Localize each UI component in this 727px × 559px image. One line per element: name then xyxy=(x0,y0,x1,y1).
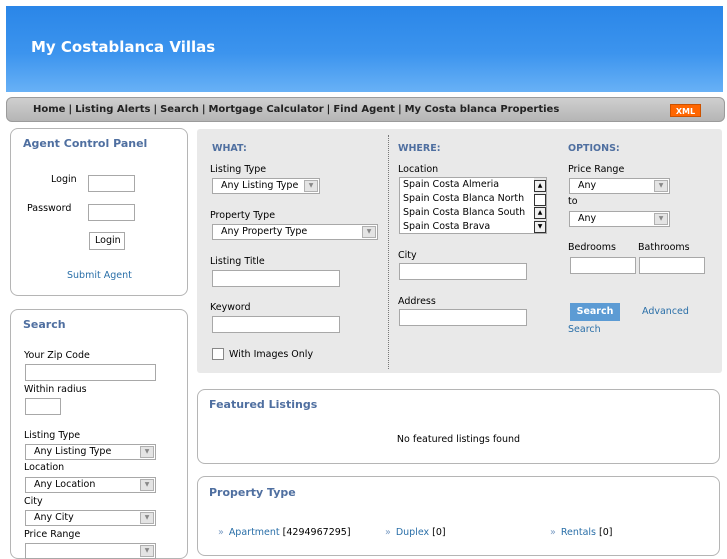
dropdown-arrow-icon: ▼ xyxy=(654,180,668,192)
side-search-title: Search xyxy=(23,318,66,331)
dropdown-arrow-icon: ▼ xyxy=(654,213,668,225)
nav-links: Home | Listing Alerts | Search | Mortgage Calc… xyxy=(33,104,560,115)
address-label: Address xyxy=(398,296,436,307)
site-header: My Costablanca Villas xyxy=(6,6,723,92)
address-input[interactable] xyxy=(399,309,527,326)
price-from-select[interactable]: Any ▼ xyxy=(569,178,670,194)
nav-search[interactable]: Search xyxy=(160,104,199,115)
bedrooms-input[interactable] xyxy=(570,257,636,274)
dropdown-arrow-icon: ▼ xyxy=(140,446,154,458)
nav-mortgage-calculator[interactable]: Mortgage Calculator xyxy=(208,104,323,115)
agent-panel-title: Agent Control Panel xyxy=(23,137,148,150)
login-input[interactable] xyxy=(88,175,135,192)
side-city-label: City xyxy=(24,496,43,507)
side-listing-type-label: Listing Type xyxy=(24,430,81,441)
side-price-range-select[interactable]: ▼ xyxy=(25,543,156,559)
side-location-label: Location xyxy=(24,462,65,473)
raquo-icon: » xyxy=(385,527,391,538)
zip-code-input[interactable] xyxy=(25,364,156,381)
search-form: WHAT: Listing Type Any Listing Type ▼ Pr… xyxy=(197,129,722,373)
location-listbox[interactable]: Spain Costa Almeria Spain Costa Blanca N… xyxy=(399,177,547,234)
advanced-search-link-line2[interactable]: Search xyxy=(568,324,601,335)
password-input[interactable] xyxy=(88,204,135,221)
login-button[interactable]: Login xyxy=(89,232,125,250)
property-type-panel: Property Type » Apartment [4294967295] » D… xyxy=(197,476,720,556)
location-option[interactable]: Spain Costa Almeria xyxy=(403,179,499,190)
top-navbar: Home | Listing Alerts | Search | Mortgage Calc… xyxy=(6,97,725,122)
featured-listings-title: Featured Listings xyxy=(209,398,318,411)
raquo-icon: » xyxy=(550,527,556,538)
options-title: OPTIONS: xyxy=(568,143,620,154)
side-city-select[interactable]: Any City ▼ xyxy=(25,510,156,526)
scroll-down-icon[interactable]: ▼ xyxy=(534,221,546,233)
xml-feed-button[interactable]: XML xyxy=(670,104,701,117)
keyword-input[interactable] xyxy=(212,316,340,333)
featured-empty-message: No featured listings found xyxy=(396,434,521,445)
login-label: Login xyxy=(51,174,77,185)
column-divider xyxy=(388,135,389,369)
scroll-up-icon[interactable]: ▲ xyxy=(534,180,546,192)
featured-listings-panel: Featured Listings No featured listings f… xyxy=(197,389,720,464)
location-label: Location xyxy=(398,164,439,175)
dropdown-arrow-icon: ▼ xyxy=(362,226,376,238)
listing-type-select[interactable]: Any Listing Type ▼ xyxy=(212,178,320,194)
password-label: Password xyxy=(27,203,72,214)
property-type-item[interactable]: » Apartment [4294967295] xyxy=(218,527,351,538)
keyword-label: Keyword xyxy=(210,302,251,313)
dropdown-arrow-icon: ▼ xyxy=(140,512,154,524)
scroll-thumb[interactable] xyxy=(534,194,546,206)
radius-label: Within radius xyxy=(24,384,87,395)
listing-type-label: Listing Type xyxy=(210,164,267,175)
listing-title-input[interactable] xyxy=(212,270,340,287)
property-type-label: Property Type xyxy=(210,210,276,221)
dropdown-arrow-icon: ▼ xyxy=(304,180,318,192)
price-to-select[interactable]: Any ▼ xyxy=(569,211,670,227)
what-title: WHAT: xyxy=(212,143,247,154)
bathrooms-label: Bathrooms xyxy=(638,242,690,253)
side-listing-type-select[interactable]: Any Listing Type ▼ xyxy=(25,444,156,460)
property-type-select[interactable]: Any Property Type ▼ xyxy=(212,224,378,240)
city-label: City xyxy=(398,250,417,261)
listing-title-label: Listing Title xyxy=(210,256,265,267)
nav-listing-alerts[interactable]: Listing Alerts xyxy=(75,104,150,115)
submit-agent-link[interactable]: Submit Agent xyxy=(67,270,132,281)
city-input[interactable] xyxy=(399,263,527,280)
raquo-icon: » xyxy=(218,527,224,538)
where-title: WHERE: xyxy=(398,143,441,154)
site-title[interactable]: My Costablanca Villas xyxy=(31,38,215,56)
nav-home[interactable]: Home xyxy=(33,104,65,115)
side-search-panel: Search Your Zip Code Within radius Listi… xyxy=(10,309,188,559)
images-only-label: With Images Only xyxy=(229,349,314,360)
images-only-checkbox[interactable] xyxy=(212,348,224,360)
scroll-up-icon[interactable]: ▲ xyxy=(534,207,546,219)
radius-input[interactable] xyxy=(25,398,61,415)
bedrooms-label: Bedrooms xyxy=(568,242,616,253)
property-type-item[interactable]: » Duplex [0] xyxy=(385,527,446,538)
advanced-search-link[interactable]: Advanced xyxy=(642,306,689,317)
price-to-label: to xyxy=(568,196,578,207)
location-option[interactable]: Spain Costa Blanca North xyxy=(403,193,524,204)
dropdown-arrow-icon: ▼ xyxy=(140,545,154,557)
agent-control-panel: Agent Control Panel Login Password Login… xyxy=(10,128,188,296)
property-type-item[interactable]: » Rentals [0] xyxy=(550,527,613,538)
nav-find-agent[interactable]: Find Agent xyxy=(333,104,395,115)
search-button[interactable]: Search xyxy=(570,303,620,321)
side-price-range-label: Price Range xyxy=(24,529,81,540)
zip-code-label: Your Zip Code xyxy=(24,350,90,361)
dropdown-arrow-icon: ▼ xyxy=(140,479,154,491)
nav-my-properties[interactable]: My Costa blanca Properties xyxy=(405,104,560,115)
location-option[interactable]: Spain Costa Blanca South xyxy=(403,207,525,218)
side-location-select[interactable]: Any Location ▼ xyxy=(25,477,156,493)
price-range-label: Price Range xyxy=(568,164,625,175)
property-type-title: Property Type xyxy=(209,486,296,499)
bathrooms-input[interactable] xyxy=(639,257,705,274)
location-option[interactable]: Spain Costa Brava xyxy=(403,221,490,232)
